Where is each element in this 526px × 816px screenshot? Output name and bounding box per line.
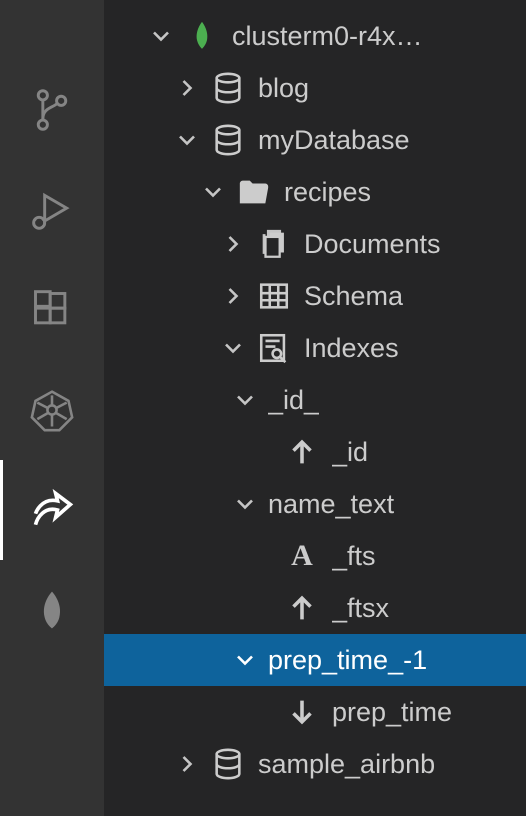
index-label: name_text bbox=[268, 489, 394, 520]
indexes-node[interactable]: Indexes bbox=[104, 322, 526, 374]
chevron-down-icon bbox=[230, 489, 260, 519]
documents-label: Documents bbox=[304, 229, 441, 260]
activity-extensions[interactable] bbox=[0, 260, 104, 360]
database-sample-airbnb[interactable]: sample_airbnb bbox=[104, 738, 526, 790]
collection-label: recipes bbox=[284, 177, 371, 208]
play-bug-icon bbox=[30, 188, 74, 232]
database-tree: clusterm0-r4x… blog myDatabase recipes D… bbox=[104, 0, 526, 816]
index-field-label: _ftsx bbox=[332, 593, 389, 624]
chevron-right-icon bbox=[172, 749, 202, 779]
collection-recipes[interactable]: recipes bbox=[104, 166, 526, 218]
database-label: sample_airbnb bbox=[258, 749, 435, 780]
arrow-up-icon bbox=[284, 434, 320, 470]
documents-node[interactable]: Documents bbox=[104, 218, 526, 270]
chevron-down-icon bbox=[230, 385, 260, 415]
chevron-down-icon bbox=[230, 645, 260, 675]
index-name-text[interactable]: name_text bbox=[104, 478, 526, 530]
index-field-id[interactable]: _id bbox=[104, 426, 526, 478]
index-prep-time[interactable]: prep_time_-1 bbox=[104, 634, 526, 686]
activity-run-debug[interactable] bbox=[0, 160, 104, 260]
table-icon bbox=[256, 278, 292, 314]
schema-node[interactable]: Schema bbox=[104, 270, 526, 322]
activity-source-control[interactable] bbox=[0, 60, 104, 160]
mongodb-leaf-icon bbox=[30, 588, 74, 632]
chevron-down-icon bbox=[172, 125, 202, 155]
schema-label: Schema bbox=[304, 281, 403, 312]
activity-bar bbox=[0, 0, 104, 816]
database-blog[interactable]: blog bbox=[104, 62, 526, 114]
chevron-down-icon bbox=[218, 333, 248, 363]
text-icon: A bbox=[284, 538, 320, 574]
chevron-down-icon bbox=[198, 177, 228, 207]
kubernetes-icon bbox=[30, 388, 74, 432]
chevron-right-icon bbox=[172, 73, 202, 103]
index-label: _id_ bbox=[268, 385, 319, 416]
index-field-label: _id bbox=[332, 437, 368, 468]
database-icon bbox=[210, 746, 246, 782]
index-field-label: prep_time bbox=[332, 697, 452, 728]
branch-icon bbox=[30, 88, 74, 132]
activity-explorer[interactable] bbox=[0, 0, 104, 60]
chevron-right-icon bbox=[218, 281, 248, 311]
mongodb-leaf-icon bbox=[184, 18, 220, 54]
share-icon bbox=[30, 488, 74, 532]
folder-open-icon bbox=[236, 174, 272, 210]
extensions-icon bbox=[30, 288, 74, 332]
index-label: prep_time_-1 bbox=[268, 645, 427, 676]
index-field-prep-time[interactable]: prep_time bbox=[104, 686, 526, 738]
indexes-label: Indexes bbox=[304, 333, 399, 364]
database-icon bbox=[210, 70, 246, 106]
index-field-fts[interactable]: A _fts bbox=[104, 530, 526, 582]
index-field-ftsx[interactable]: _ftsx bbox=[104, 582, 526, 634]
arrow-down-icon bbox=[284, 694, 320, 730]
index-id[interactable]: _id_ bbox=[104, 374, 526, 426]
arrow-up-icon bbox=[284, 590, 320, 626]
database-label: myDatabase bbox=[258, 125, 410, 156]
documents-icon bbox=[256, 226, 292, 262]
database-icon bbox=[210, 122, 246, 158]
database-mydatabase[interactable]: myDatabase bbox=[104, 114, 526, 166]
chevron-down-icon bbox=[146, 21, 176, 51]
cluster-label: clusterm0-r4x… bbox=[232, 21, 423, 52]
index-field-label: _fts bbox=[332, 541, 376, 572]
activity-share[interactable] bbox=[0, 460, 104, 560]
activity-mongodb[interactable] bbox=[0, 560, 104, 660]
index-search-icon bbox=[256, 330, 292, 366]
cluster-node[interactable]: clusterm0-r4x… bbox=[104, 10, 526, 62]
database-label: blog bbox=[258, 73, 309, 104]
activity-kubernetes[interactable] bbox=[0, 360, 104, 460]
chevron-right-icon bbox=[218, 229, 248, 259]
